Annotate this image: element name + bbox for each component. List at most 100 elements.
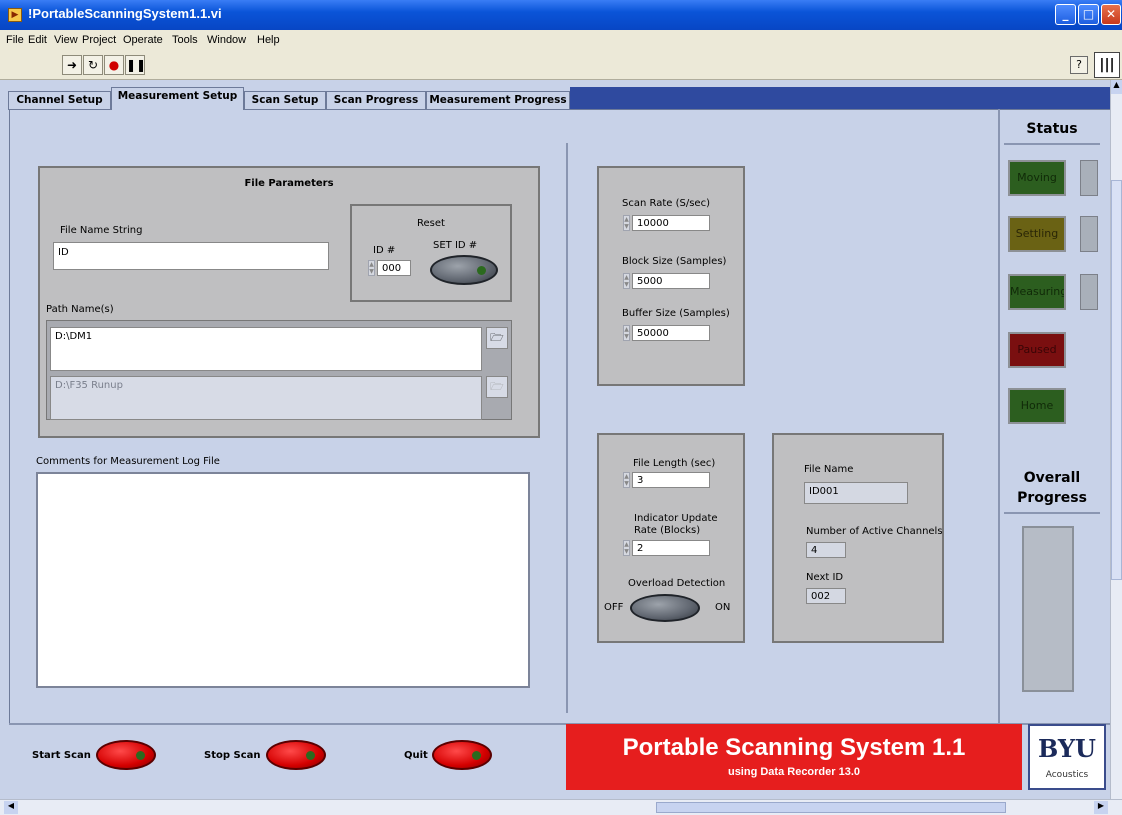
scroll-up-icon[interactable]: ▲ (1111, 80, 1122, 94)
menu-bar: File Edit View Project Operate Tools Win… (0, 30, 1122, 52)
abort-icon[interactable]: ● (104, 55, 124, 75)
status-title: Status (1026, 121, 1078, 137)
menu-file[interactable]: File (6, 34, 24, 46)
title-bar: ▶ !PortableScanningSystem1.1.vi _ □ ✕ (0, 0, 1122, 30)
close-button[interactable]: ✕ (1101, 4, 1121, 25)
vertical-scrollbar[interactable]: ▲ (1110, 80, 1122, 799)
file-name-out-label: File Name (804, 464, 854, 475)
comments-textarea[interactable] (36, 472, 530, 688)
pause-icon[interactable]: ❚❚ (125, 55, 146, 75)
menu-project[interactable]: Project (82, 34, 116, 46)
file-name-label: File Name String (60, 225, 143, 236)
overload-detection-label: Overload Detection (628, 578, 726, 589)
id-label: ID # (373, 245, 396, 256)
block-size-spinner[interactable]: ▲ ▼ (623, 273, 630, 289)
buffer-size-input[interactable]: 50000 (632, 325, 710, 341)
browse-folder-disabled-icon: 🗁 (486, 376, 508, 398)
stop-scan-label: Stop Scan (204, 750, 261, 761)
buffer-size-label: Buffer Size (Samples) (622, 308, 730, 319)
moving-led: Moving (1008, 160, 1066, 196)
overload-off-label: OFF (604, 602, 624, 613)
measuring-led: Measuring (1008, 274, 1066, 310)
file-parameters-title: File Parameters (244, 178, 334, 189)
set-id-button[interactable] (430, 255, 498, 285)
overall-progress-title-2: Progress (1017, 490, 1087, 506)
scan-rate-input[interactable]: 10000 (632, 215, 710, 231)
horizontal-scroll-thumb[interactable] (656, 802, 1006, 813)
byu-logo-sub: Acoustics (1045, 770, 1089, 780)
indicator-update-label: Indicator Update (634, 513, 718, 524)
menu-window[interactable]: Window (207, 34, 246, 46)
menu-edit[interactable]: Edit (28, 34, 47, 46)
stop-scan-button[interactable] (266, 740, 326, 770)
quit-button[interactable] (432, 740, 492, 770)
id-input[interactable]: 000 (377, 260, 411, 276)
labview-app-icon: ▶ (8, 8, 22, 22)
run-continuously-icon[interactable]: ↻ (83, 55, 103, 75)
scroll-left-icon[interactable]: ◀ (4, 801, 18, 814)
maximize-button[interactable]: □ (1078, 4, 1099, 25)
file-name-input[interactable]: ID (53, 242, 329, 270)
tab-measurement-setup[interactable]: Measurement Setup (111, 87, 244, 110)
reset-title: Reset (417, 218, 445, 229)
horizontal-scrollbar[interactable]: ◀ ▶ (0, 799, 1122, 815)
section-divider (566, 143, 568, 713)
indicator-rate-label: Rate (Blocks) (634, 525, 701, 536)
active-channels-indicator: 4 (806, 542, 846, 558)
help-icon[interactable]: ? (1070, 56, 1088, 74)
quit-label: Quit (404, 750, 428, 761)
buffer-size-spinner[interactable]: ▲ ▼ (623, 325, 630, 341)
run-arrow-icon[interactable]: ➜ (62, 55, 82, 75)
set-id-led-icon (477, 266, 486, 275)
paused-led: Paused (1008, 332, 1066, 368)
tab-measurement-progress[interactable]: Measurement Progress (426, 91, 570, 110)
id-spinner[interactable]: ▲ ▼ (368, 260, 375, 276)
scan-rate-label: Scan Rate (S/sec) (622, 198, 710, 209)
path-input-2[interactable]: D:\F35 Runup (50, 376, 482, 420)
tab-strip-fill (570, 87, 1110, 109)
file-info-box (772, 433, 944, 643)
active-channels-label: Number of Active Channels (806, 526, 943, 537)
file-length-input[interactable]: 3 (632, 472, 710, 488)
menu-operate[interactable]: Operate (123, 34, 163, 46)
stop-scan-led-icon (306, 751, 315, 760)
scroll-right-icon[interactable]: ▶ (1094, 801, 1108, 814)
measuring-led-slot (1080, 274, 1098, 310)
start-scan-button[interactable] (96, 740, 156, 770)
tab-scan-progress[interactable]: Scan Progress (326, 91, 426, 110)
scan-rate-spinner[interactable]: ▲ ▼ (623, 215, 630, 231)
window-title: !PortableScanningSystem1.1.vi (28, 6, 222, 21)
tab-scan-setup[interactable]: Scan Setup (244, 91, 326, 110)
banner-title: Portable Scanning System 1.1 (622, 734, 966, 761)
home-led: Home (1008, 388, 1066, 424)
overload-on-label: ON (715, 602, 731, 613)
file-length-spinner[interactable]: ▲ ▼ (623, 472, 630, 488)
path-input-1[interactable]: D:\DM1 (50, 327, 482, 371)
overall-progress-bar (1022, 526, 1074, 692)
progress-underline (1004, 512, 1100, 514)
byu-acoustics-logo: BYU Acoustics (1028, 724, 1106, 790)
browse-folder-icon[interactable]: 🗁 (486, 327, 508, 349)
menu-tools[interactable]: Tools (172, 34, 198, 46)
banner-subtitle: using Data Recorder 13.0 (727, 766, 861, 778)
start-scan-led-icon (136, 751, 145, 760)
vertical-scroll-thumb[interactable] (1111, 180, 1122, 580)
menu-help[interactable]: Help (257, 34, 280, 46)
indicator-rate-input[interactable]: 2 (632, 540, 710, 556)
minimize-button[interactable]: _ (1055, 4, 1076, 25)
comments-label: Comments for Measurement Log File (36, 456, 220, 467)
block-size-input[interactable]: 5000 (632, 273, 710, 289)
next-id-label: Next ID (806, 572, 844, 583)
overload-detection-toggle[interactable] (630, 594, 700, 622)
menu-view[interactable]: View (54, 34, 78, 46)
next-id-indicator: 002 (806, 588, 846, 604)
block-size-label: Block Size (Samples) (622, 256, 727, 267)
status-underline (1004, 143, 1100, 145)
moving-led-slot (1080, 160, 1098, 196)
quit-led-icon (472, 751, 481, 760)
set-id-label: SET ID # (433, 240, 478, 251)
tab-channel-setup[interactable]: Channel Setup (8, 91, 111, 110)
byu-logo-text: BYU (1038, 734, 1096, 763)
indicator-rate-spinner[interactable]: ▲ ▼ (623, 540, 630, 556)
connector-pane-icon: ||| (1094, 52, 1120, 78)
